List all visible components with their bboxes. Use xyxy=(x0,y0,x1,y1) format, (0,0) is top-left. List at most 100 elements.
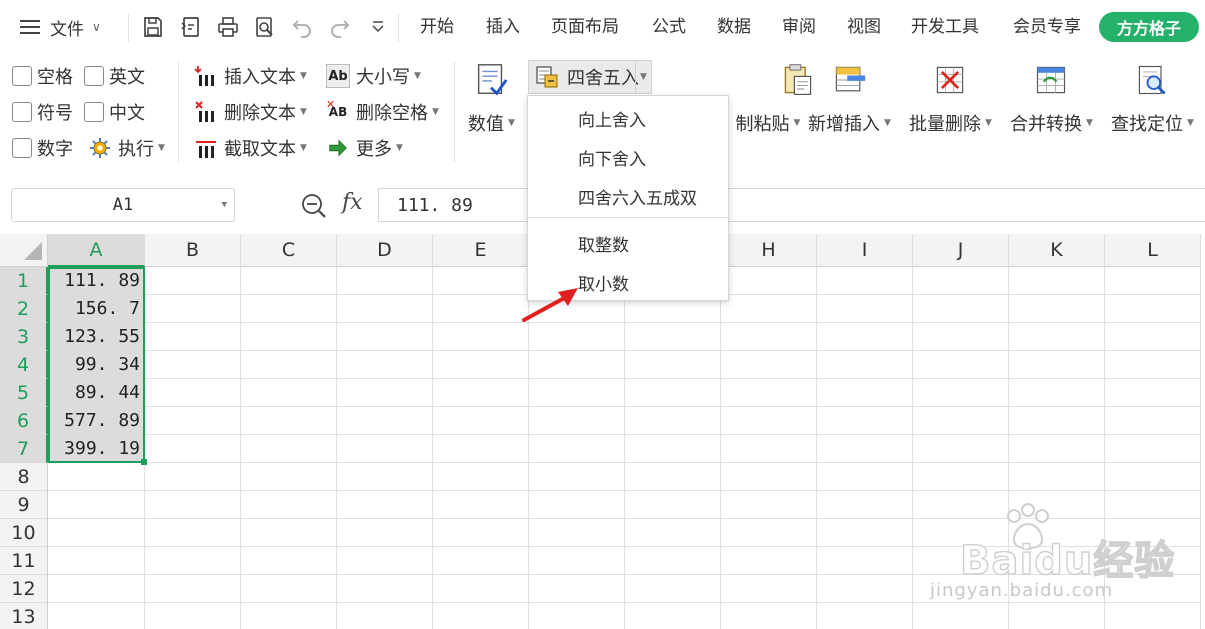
grid-cell[interactable] xyxy=(337,379,433,407)
merge-convert-button[interactable]: 合并转换 ▼ xyxy=(1010,60,1093,136)
grid-cell[interactable] xyxy=(721,407,817,435)
grid-cell[interactable] xyxy=(721,463,817,491)
grid-cell[interactable] xyxy=(625,323,721,351)
grid-cell[interactable] xyxy=(241,491,337,519)
grid-cell[interactable] xyxy=(145,323,241,351)
delete-spaces-button[interactable]: ✕ AB 删除空格 ▼ xyxy=(326,97,439,127)
paste-special-button[interactable]: 制粘贴 ▼ xyxy=(718,60,818,136)
cell-a6[interactable]: 577. 89 xyxy=(48,407,145,435)
grid-cell[interactable] xyxy=(625,519,721,547)
row-header[interactable]: 3 xyxy=(0,323,48,351)
row-header[interactable]: 8 xyxy=(0,463,48,491)
grid-cell[interactable] xyxy=(145,379,241,407)
grid-cell[interactable] xyxy=(817,603,913,629)
grid-cell[interactable] xyxy=(625,351,721,379)
grid-cell[interactable] xyxy=(1105,295,1201,323)
row-header[interactable]: 13 xyxy=(0,603,48,629)
column-header-a[interactable]: A xyxy=(48,234,145,267)
grid-cell[interactable] xyxy=(529,351,625,379)
grid-cell[interactable] xyxy=(145,603,241,629)
grid-cell[interactable] xyxy=(913,407,1009,435)
grid-cell[interactable] xyxy=(145,547,241,575)
grid-cell[interactable] xyxy=(913,435,1009,463)
grid-cell[interactable] xyxy=(48,575,145,603)
delete-text-button[interactable]: 删除文本 ▼ xyxy=(194,97,307,127)
column-header-b[interactable]: B xyxy=(145,234,241,267)
cell-a1[interactable]: 111. 89 xyxy=(48,267,145,295)
grid-cell[interactable] xyxy=(913,463,1009,491)
select-all-corner[interactable] xyxy=(0,234,48,267)
grid-cell[interactable] xyxy=(721,295,817,323)
grid-cell[interactable] xyxy=(241,351,337,379)
grid-cell[interactable] xyxy=(241,435,337,463)
checkbox-number[interactable]: 数字 xyxy=(12,133,73,163)
checkbox-space[interactable]: 空格 xyxy=(12,61,73,91)
checkbox-symbol[interactable]: 符号 xyxy=(12,97,73,127)
grid-cell[interactable] xyxy=(529,575,625,603)
column-header-e[interactable]: E xyxy=(433,234,529,267)
grid-cell[interactable] xyxy=(145,267,241,295)
grid-cell[interactable] xyxy=(433,407,529,435)
checkbox-chinese[interactable]: 中文 xyxy=(84,97,145,127)
grid-cell[interactable] xyxy=(241,295,337,323)
grid-cell[interactable] xyxy=(529,603,625,629)
cell-a5[interactable]: 89. 44 xyxy=(48,379,145,407)
cell-a7[interactable]: 399. 19 xyxy=(48,435,145,463)
grid-cell[interactable] xyxy=(433,379,529,407)
grid-cell[interactable] xyxy=(1105,407,1201,435)
grid-cell[interactable] xyxy=(625,547,721,575)
grid-cell[interactable] xyxy=(529,379,625,407)
name-box[interactable]: A1 ▼ xyxy=(11,188,235,222)
batch-delete-button[interactable]: 批量删除 ▼ xyxy=(909,60,992,136)
redo-button[interactable] xyxy=(326,12,354,42)
grid-cell[interactable] xyxy=(145,435,241,463)
row-header[interactable]: 4 xyxy=(0,351,48,379)
grid-cell[interactable] xyxy=(913,323,1009,351)
case-button[interactable]: Ab 大小写 ▼ xyxy=(326,61,421,91)
grid-cell[interactable] xyxy=(433,463,529,491)
grid-cell[interactable] xyxy=(1009,435,1105,463)
grid-cell[interactable] xyxy=(625,407,721,435)
checkbox-english[interactable]: 英文 xyxy=(84,61,145,91)
tab-view[interactable]: 视图 xyxy=(847,10,881,44)
grid-cell[interactable] xyxy=(48,547,145,575)
grid-cell[interactable] xyxy=(433,547,529,575)
grid-cell[interactable] xyxy=(817,463,913,491)
grid-cell[interactable] xyxy=(145,463,241,491)
grid-cell[interactable] xyxy=(721,519,817,547)
grid-cell[interactable] xyxy=(48,491,145,519)
grid-cell[interactable] xyxy=(529,519,625,547)
grid-cell[interactable] xyxy=(721,547,817,575)
grid-cell[interactable] xyxy=(913,379,1009,407)
grid-cell[interactable] xyxy=(433,435,529,463)
grid-cell[interactable] xyxy=(433,575,529,603)
grid-cell[interactable] xyxy=(625,603,721,629)
column-header-d[interactable]: D xyxy=(337,234,433,267)
row-header[interactable]: 10 xyxy=(0,519,48,547)
grid-cell[interactable] xyxy=(145,575,241,603)
formula-input[interactable]: 111. 89 xyxy=(378,188,1205,222)
grid-cell[interactable] xyxy=(817,547,913,575)
menu-item-take-integer[interactable]: 取整数 xyxy=(528,225,728,261)
grid-cell[interactable] xyxy=(529,547,625,575)
grid-cell[interactable] xyxy=(145,407,241,435)
grid-cell[interactable] xyxy=(817,407,913,435)
grid-cell[interactable] xyxy=(241,575,337,603)
grid-cell[interactable] xyxy=(1105,435,1201,463)
grid-cell[interactable] xyxy=(721,435,817,463)
grid-cell[interactable] xyxy=(913,295,1009,323)
grid-cell[interactable] xyxy=(433,295,529,323)
grid-cell[interactable] xyxy=(817,491,913,519)
grid-cell[interactable] xyxy=(1009,379,1105,407)
column-header-i[interactable]: I xyxy=(817,234,913,267)
grid-cell[interactable] xyxy=(817,351,913,379)
grid-cell[interactable] xyxy=(721,323,817,351)
tab-start[interactable]: 开始 xyxy=(420,10,454,44)
grid-cell[interactable] xyxy=(817,575,913,603)
undo-button[interactable] xyxy=(288,12,316,42)
grid-cell[interactable] xyxy=(48,463,145,491)
grid-cell[interactable] xyxy=(337,435,433,463)
grid-cell[interactable] xyxy=(529,463,625,491)
execute-button[interactable]: 执行 ▼ xyxy=(88,133,165,163)
grid-cell[interactable] xyxy=(1009,295,1105,323)
